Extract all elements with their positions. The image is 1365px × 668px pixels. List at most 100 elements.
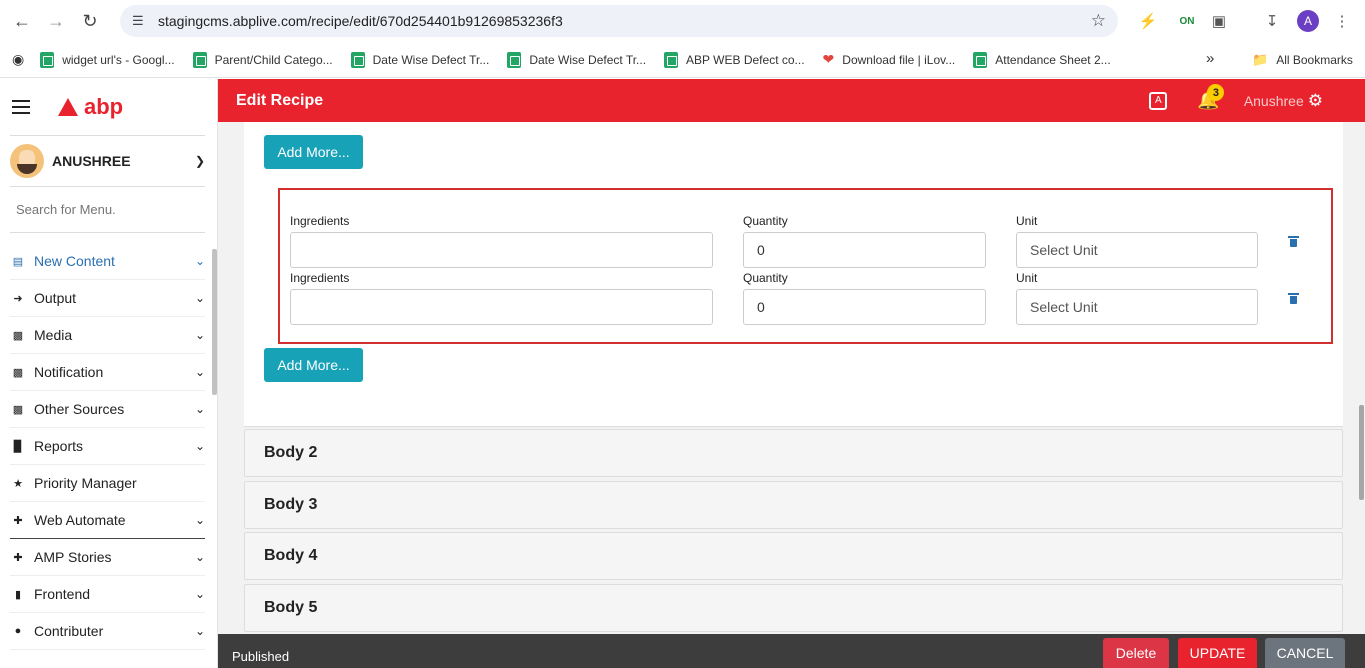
address-bar[interactable]: ☰ stagingcms.abplive.com/recipe/edit/670… (120, 5, 1118, 37)
bookmarks-bar: ◉ widget url's - Googl... Parent/Child C… (0, 42, 1365, 78)
add-more-button[interactable]: Add More... (264, 348, 363, 382)
bookmark-item[interactable]: Date Wise Defect Tr... (350, 51, 489, 68)
ingredients-box: Ingredients Quantity 0 Unit Select Unit … (278, 188, 1333, 344)
bookmark-item[interactable]: ❤ Download file | iLov... (823, 51, 956, 68)
book-icon: ▤ (12, 255, 24, 268)
user-name: ANUSHREE (52, 153, 131, 169)
all-bookmarks-button[interactable]: 📁 All Bookmarks (1252, 52, 1353, 68)
trophy-icon: ★ (13, 477, 23, 490)
sidebar-item-contributer[interactable]: ● Contributer ⌄ (10, 613, 205, 650)
profile-avatar[interactable]: A (1297, 10, 1319, 32)
chevron-down-icon: ⌄ (194, 328, 205, 342)
chevron-down-icon: ⌄ (194, 254, 205, 268)
trash-icon[interactable] (1288, 236, 1299, 248)
section-body-3[interactable]: Body 3 (244, 481, 1343, 529)
sheets-icon (40, 51, 55, 68)
sidebar-item-notification[interactable]: ▩ Notification ⌄ (10, 354, 205, 391)
notification-bell-icon[interactable]: 🔔 3 (1197, 84, 1225, 111)
extension-bolt-icon[interactable]: ⚡ (1137, 10, 1159, 32)
user-profile[interactable]: ANUSHREE ❯ (10, 135, 205, 187)
sidebar-item-web-automate[interactable]: ✚ Web Automate ⌄ (10, 502, 205, 539)
forward-arrow-icon[interactable]: → (44, 9, 68, 33)
sidebar-item-amp-stories[interactable]: ✚ AMP Stories ⌄ (10, 539, 205, 576)
sheets-icon (507, 51, 522, 68)
move-icon: ✚ (13, 551, 23, 564)
bookmark-item[interactable]: ABP WEB Defect co... (664, 51, 805, 68)
gear-icon[interactable]: ⚙ (1308, 91, 1323, 111)
bookmark-item[interactable]: Date Wise Defect Tr... (507, 51, 646, 68)
bookmark-star-icon[interactable]: ☆ (1091, 11, 1106, 31)
trash-icon[interactable] (1288, 293, 1299, 305)
menu-search (10, 187, 205, 233)
ingredient-input[interactable] (290, 289, 713, 325)
quantity-label: Quantity (743, 271, 788, 285)
chevron-down-icon: ⌄ (194, 587, 205, 601)
ingredients-label: Ingredients (290, 214, 350, 228)
sheets-icon (350, 51, 365, 68)
avatar (10, 144, 44, 178)
chevron-down-icon: ⌄ (194, 439, 205, 453)
sidebar: abp ANUSHREE ❯ ▤ New Content ⌄ ➜ Output … (0, 79, 218, 668)
update-button[interactable]: UPDATE (1178, 638, 1257, 668)
bar-chart-icon: ▉ (13, 440, 23, 453)
app-header: Edit Recipe A 🔔 3 Anushree ⚙ (218, 79, 1365, 122)
back-arrow-icon[interactable]: ← (10, 9, 34, 33)
folder-icon: 📁 (1252, 52, 1269, 67)
abp-logo[interactable]: abp (58, 94, 123, 120)
logo-triangle-icon (58, 98, 78, 116)
translate-icon[interactable]: A (1149, 91, 1168, 110)
unit-select[interactable]: Select Unit (1016, 232, 1258, 268)
file-icon: ▮ (14, 588, 22, 601)
extension-on-icon[interactable]: ON (1176, 10, 1198, 32)
circle-icon: ● (14, 625, 22, 637)
sidebar-item-frontend[interactable]: ▮ Frontend ⌄ (10, 576, 205, 613)
globe-icon[interactable]: ◉ (12, 51, 24, 68)
bookmark-item[interactable]: Parent/Child Catego... (192, 51, 333, 68)
delete-button[interactable]: Delete (1103, 638, 1169, 668)
sidebar-menu: ▤ New Content ⌄ ➜ Output ⌄ ▩ Media ⌄ ▩ N… (0, 243, 217, 650)
sidebar-item-priority-manager[interactable]: ★ Priority Manager (10, 465, 205, 502)
sidebar-scrollbar[interactable] (212, 249, 217, 395)
bookmark-item[interactable]: widget url's - Googl... (40, 51, 175, 68)
main-scrollbar[interactable] (1359, 405, 1364, 500)
download-icon[interactable]: ↧ (1261, 10, 1283, 32)
move-icon: ✚ (13, 514, 23, 527)
quantity-input[interactable]: 0 (743, 289, 986, 325)
more-bookmarks-button[interactable]: » (1206, 50, 1214, 67)
chevron-down-icon[interactable]: ❯ (195, 154, 205, 168)
cancel-button[interactable]: CANCEL (1265, 638, 1345, 668)
bookmark-item[interactable]: Attendance Sheet 2... (973, 51, 1111, 68)
sidebar-item-media[interactable]: ▩ Media ⌄ (10, 317, 205, 354)
chevron-down-icon: ⌄ (194, 550, 205, 564)
page-title: Edit Recipe (236, 91, 324, 109)
sidebar-item-output[interactable]: ➜ Output ⌄ (10, 280, 205, 317)
browser-toolbar: ← → ↻ ☰ stagingcms.abplive.com/recipe/ed… (0, 0, 1365, 42)
sidebar-item-new-content[interactable]: ▤ New Content ⌄ (10, 243, 205, 280)
notification-badge: 3 (1207, 84, 1225, 101)
chevron-down-icon: ⌄ (194, 365, 205, 379)
quantity-input[interactable]: 0 (743, 232, 986, 268)
reload-icon[interactable]: ↻ (78, 9, 102, 33)
sheets-icon (192, 51, 207, 68)
add-more-button[interactable]: Add More... (264, 135, 363, 169)
sitemap-icon: ▩ (12, 366, 24, 379)
section-body-4[interactable]: Body 4 (244, 532, 1343, 580)
unit-select[interactable]: Select Unit (1016, 289, 1258, 325)
section-body-2[interactable]: Body 2 (244, 429, 1343, 477)
browser-menu-icon[interactable]: ⋮ (1331, 10, 1353, 32)
sidebar-item-other-sources[interactable]: ▩ Other Sources ⌄ (10, 391, 205, 428)
section-body-5[interactable]: Body 5 (244, 584, 1343, 632)
sidebar-item-reports[interactable]: ▉ Reports ⌄ (10, 428, 205, 465)
menu-search-input[interactable] (16, 202, 205, 217)
heart-icon: ❤ (822, 51, 835, 67)
sign-out-icon: ➜ (13, 292, 23, 305)
site-settings-icon[interactable]: ☰ (132, 13, 150, 29)
quantity-label: Quantity (743, 214, 788, 228)
status-badge: Published (232, 649, 290, 664)
header-user-name[interactable]: Anushree (1244, 93, 1304, 109)
hamburger-menu-icon[interactable] (12, 100, 30, 114)
sheets-icon (664, 51, 679, 68)
extensions-puzzle-icon[interactable]: ▣ (1208, 10, 1230, 32)
ingredient-input[interactable] (290, 232, 713, 268)
main-content: Add More... Ingredients Quantity 0 Unit … (218, 122, 1365, 634)
